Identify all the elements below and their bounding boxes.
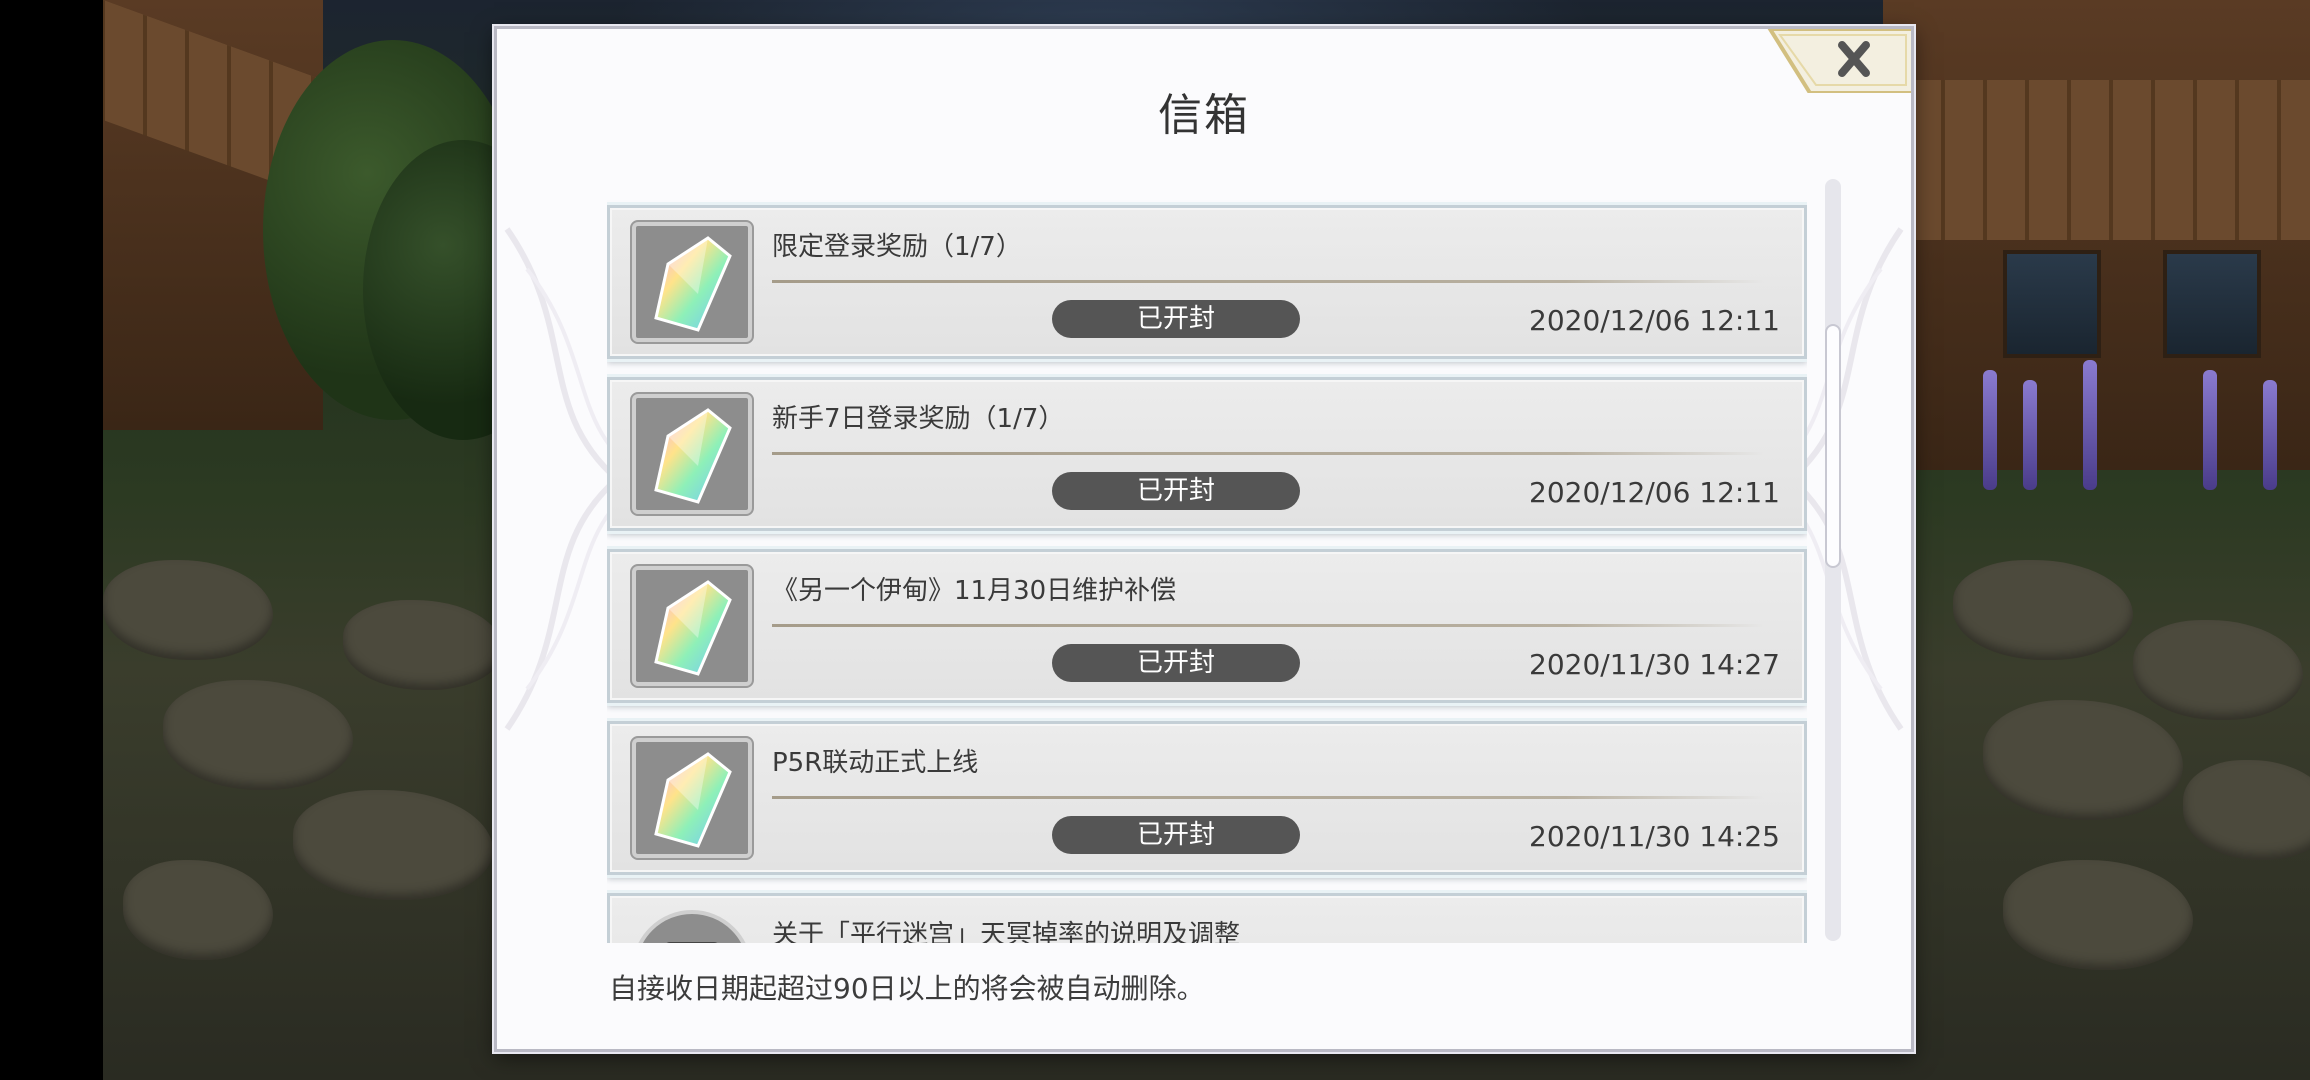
path-stone <box>103 560 273 660</box>
status-badge: 已开封 <box>1052 644 1300 682</box>
path-stone <box>123 860 273 960</box>
mail-list[interactable]: 限定登录奖励（1/7） 已开封 2020/12/06 12:11 新手7日登录奖… <box>607 175 1807 943</box>
lupine-flower <box>2083 360 2097 490</box>
close-x-icon <box>1767 29 1911 95</box>
path-stone <box>2183 760 2310 860</box>
rainbow-crystal-icon <box>654 752 732 848</box>
rainbow-crystal-icon <box>654 580 732 676</box>
mail-item[interactable]: 《另一个伊甸》11月30日维护补偿 已开封 2020/11/30 14:27 <box>607 549 1807 703</box>
notice-icon <box>632 910 752 943</box>
mail-date: 2020/12/06 12:11 <box>1529 304 1780 337</box>
path-stone <box>293 790 493 900</box>
scrollbar[interactable] <box>1825 179 1841 941</box>
divider <box>772 280 1764 283</box>
reward-icon-frame <box>632 394 752 514</box>
reward-icon-frame <box>632 738 752 858</box>
divider <box>772 624 1764 627</box>
house-window <box>2003 250 2101 358</box>
mail-subject: 新手7日登录奖励（1/7） <box>772 404 1065 434</box>
lupine-flower <box>2023 380 2037 490</box>
close-button[interactable] <box>1766 29 1911 95</box>
reward-icon-frame <box>632 566 752 686</box>
mail-item[interactable]: 新手7日登录奖励（1/7） 已开封 2020/12/06 12:11 <box>607 377 1807 531</box>
mail-item[interactable]: 关于「平行迷宫」天冥掉率的说明及调整 <box>607 893 1807 943</box>
house-window <box>2163 250 2261 358</box>
auto-delete-note: 自接收日期起超过90日以上的将会被自动删除。 <box>609 972 1205 1005</box>
path-stone <box>1953 560 2133 660</box>
mail-item[interactable]: P5R联动正式上线 已开封 2020/11/30 14:25 <box>607 721 1807 875</box>
mail-subject: 《另一个伊甸》11月30日维护补偿 <box>772 576 1177 606</box>
status-badge: 已开封 <box>1052 300 1300 338</box>
mail-subject: P5R联动正式上线 <box>772 748 979 778</box>
rainbow-crystal-icon <box>654 236 732 332</box>
mail-item[interactable]: 限定登录奖励（1/7） 已开封 2020/12/06 12:11 <box>607 205 1807 359</box>
divider <box>772 796 1764 799</box>
status-badge: 已开封 <box>1052 472 1300 510</box>
mail-subject: 限定登录奖励（1/7） <box>772 232 1022 262</box>
divider <box>772 452 1764 455</box>
path-stone <box>2003 860 2193 970</box>
path-stone <box>1983 700 2183 820</box>
path-stone <box>163 680 353 790</box>
lupine-flower <box>2203 370 2217 490</box>
mail-subject: 关于「平行迷宫」天冥掉率的说明及调整 <box>772 920 1241 943</box>
path-stone <box>2133 620 2303 720</box>
rainbow-crystal-icon <box>654 408 732 504</box>
mail-date: 2020/11/30 14:27 <box>1529 648 1780 681</box>
reward-icon-frame <box>632 222 752 342</box>
mail-date: 2020/11/30 14:25 <box>1529 820 1780 853</box>
dialog-title: 信箱 <box>1158 90 1250 141</box>
status-badge: 已开封 <box>1052 816 1300 854</box>
mailbox-dialog: 信箱 限定登录奖励（1/7） 已开封 2020/12/06 12:11 新手7日… <box>494 26 1914 1052</box>
right-house-roof <box>1903 80 2310 240</box>
lupine-flower <box>1983 370 1997 490</box>
path-stone <box>343 600 503 690</box>
lupine-flower <box>2263 380 2277 490</box>
mail-date: 2020/12/06 12:11 <box>1529 476 1780 509</box>
scrollbar-thumb[interactable] <box>1825 324 1841 568</box>
